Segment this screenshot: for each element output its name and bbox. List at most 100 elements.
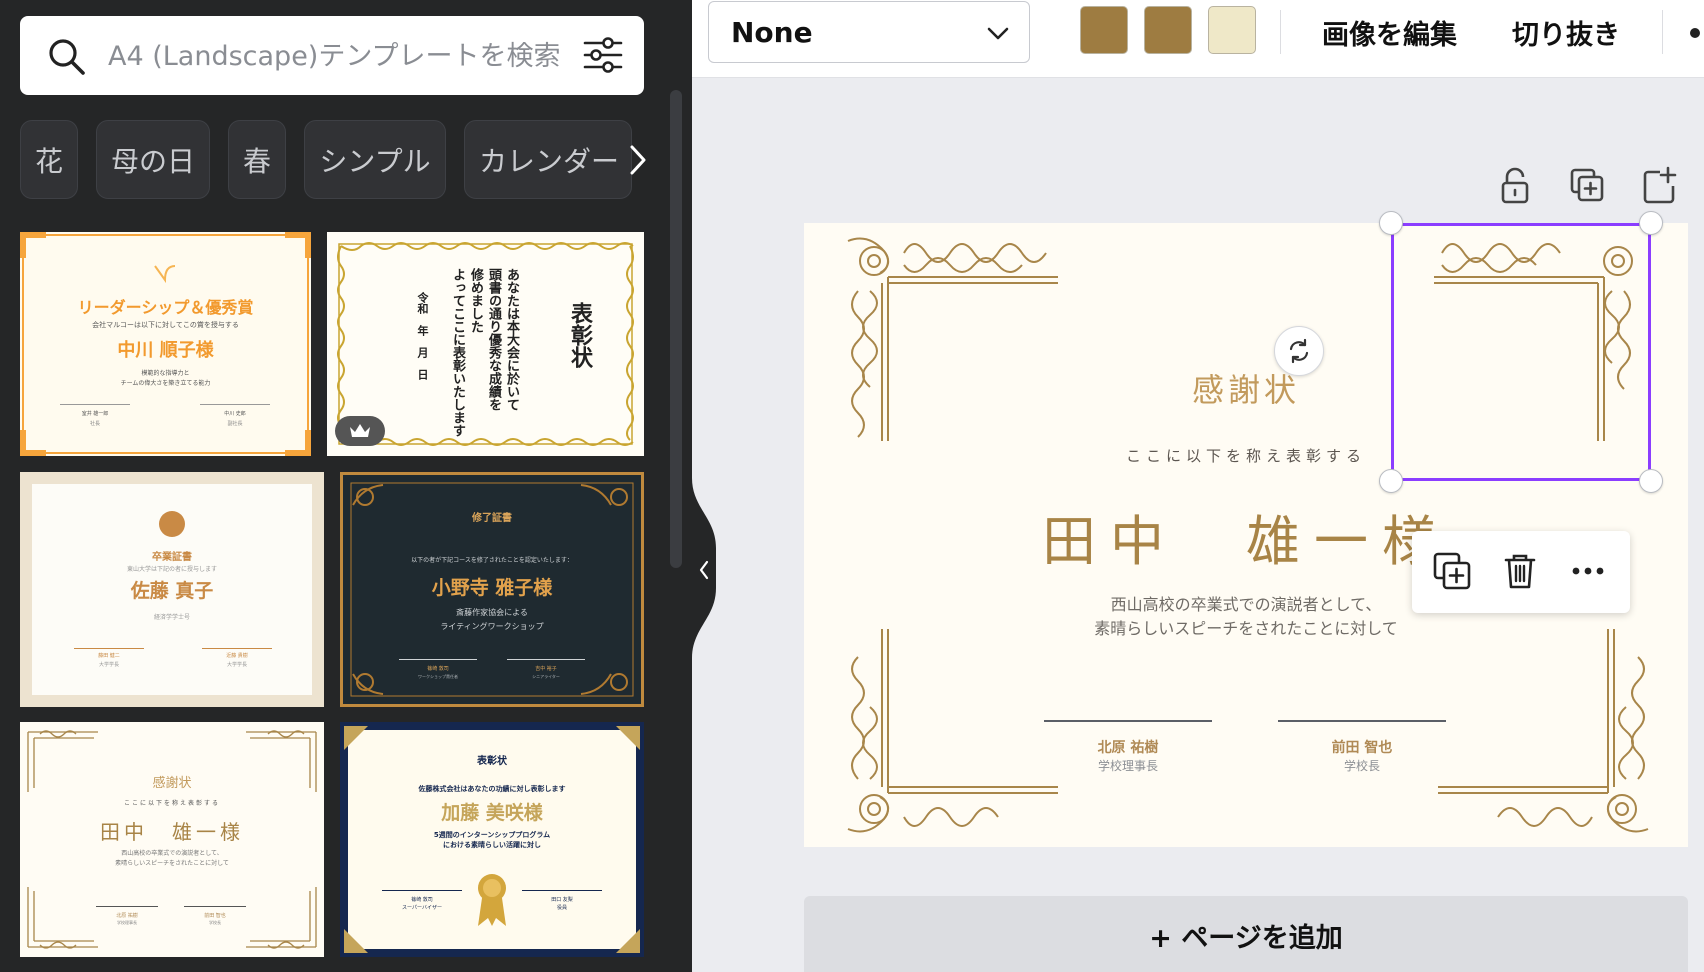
ornament-top-left[interactable] xyxy=(844,231,1062,445)
chip-spring[interactable]: 春 xyxy=(228,120,286,199)
certificate-body-line[interactable]: 素晴らしいスピーチをされたことに対して xyxy=(804,615,1688,639)
color-swatch-1[interactable] xyxy=(1080,6,1128,54)
signature-line[interactable] xyxy=(1044,720,1212,722)
template-col: 修めました xyxy=(468,268,483,333)
template-signer-role: 副社長 xyxy=(227,421,243,427)
template-line: チームの偉大さを築き立てる能力 xyxy=(120,380,211,387)
template-title: 卒業証書 xyxy=(152,552,192,563)
template-line: 5週間のインターンシッププログラム xyxy=(433,831,551,839)
template-name: 田中 雄一様 xyxy=(100,820,244,844)
panel-scrollbar[interactable] xyxy=(670,90,682,568)
template-line: における素晴らしい活躍に対し xyxy=(443,841,541,849)
duplicate-element-button[interactable] xyxy=(1430,549,1474,593)
chevron-down-icon xyxy=(987,27,1009,40)
chip-flower[interactable]: 花 xyxy=(20,120,78,199)
template-line: 会社マルコーは以下に対してこの賞を授与する xyxy=(92,321,239,329)
rotate-handle[interactable] xyxy=(1274,326,1324,376)
template-col: 頭書の通り優秀な成績を xyxy=(486,268,501,411)
template-line: ここに以下を称え表彰する xyxy=(123,800,220,807)
template-line: 斎藤作家協会による xyxy=(456,608,528,617)
ornament-bottom-right[interactable] xyxy=(1434,625,1652,839)
template-signer-role: ワークショップ責任者 xyxy=(418,674,458,679)
chip-calendar[interactable]: カレンダー xyxy=(464,120,632,199)
signer-role[interactable]: 学校長 xyxy=(1278,757,1446,774)
search-box[interactable] xyxy=(20,16,644,95)
template-signer: 近藤 貴樹 xyxy=(226,653,248,659)
template-card-completion-dark[interactable]: 修了証書 以下の者が下記コースを修了されたことを認定いたします： 小野寺 雅子様… xyxy=(340,472,644,707)
template-signer: 中川 史郎 xyxy=(224,411,246,417)
template-line: 東山大学は下記の者に授与します xyxy=(126,566,217,573)
suggestion-chips: 花 母の日 春 シンプル カレンダー xyxy=(20,120,644,200)
template-signer-role: 学校長 xyxy=(209,920,221,925)
chevron-right-icon xyxy=(630,145,646,175)
selection-box[interactable] xyxy=(1391,223,1651,481)
toolbar-divider xyxy=(1662,10,1663,54)
template-name: 佐藤 真子 xyxy=(130,580,214,602)
template-signer-role: 大学学長 xyxy=(98,662,119,668)
template-card-kanshajo[interactable]: 感謝状 ここに以下を称え表彰する 田中 雄一様 西山高校の卒業式での演説者として… xyxy=(20,722,324,957)
template-title: 表彰状 xyxy=(567,302,593,368)
premium-badge xyxy=(335,416,385,446)
template-title: 表彰状 xyxy=(477,756,507,767)
delete-element-button[interactable] xyxy=(1498,549,1542,593)
template-title: 修了証書 xyxy=(472,513,512,524)
template-name: 加藤 美咲様 xyxy=(441,802,543,824)
template-card-hyoshojo-vertical[interactable]: 表彰状 あなたは本大会に於いて 頭書の通り優秀な成績を 修めました よってここに… xyxy=(327,232,644,456)
template-line: 以下の者が下記コースを修了されたことを認定いたします： xyxy=(411,557,573,564)
crop-button[interactable]: 切り抜き xyxy=(1512,10,1620,54)
template-signer: 室井 雄一郎 xyxy=(81,411,109,417)
rotate-icon xyxy=(1289,338,1309,364)
lock-icon[interactable] xyxy=(1496,166,1534,206)
template-line: 佐藤株式会社はあなたの功績に対し表彰します xyxy=(418,785,566,793)
template-col: よってここに表彰いたします xyxy=(450,268,465,437)
font-select-value: None xyxy=(731,15,813,49)
template-line: ライティングワークショップ xyxy=(440,622,544,631)
add-page-icon[interactable] xyxy=(1640,166,1678,206)
template-line: 西山高校の卒業式での演説者として、 xyxy=(121,850,223,857)
chip-mothers-day[interactable]: 母の日 xyxy=(96,120,210,199)
template-signer-role: 学校理事長 xyxy=(117,920,137,925)
signer-name[interactable]: 北原 祐樹 xyxy=(1044,737,1212,757)
template-line: 素晴らしいスピーチをされたことに対して xyxy=(115,860,229,867)
template-signer-role: 大学学長 xyxy=(226,662,247,668)
template-card-graduation[interactable]: 卒業証書 東山大学は下記の者に授与します 佐藤 真子 経済学学士号 藤田 健二 … xyxy=(20,472,324,707)
color-swatch-2[interactable] xyxy=(1144,6,1192,54)
chip-simple[interactable]: シンプル xyxy=(304,120,446,199)
resize-handle-bottom-right[interactable] xyxy=(1639,469,1663,493)
template-card-leadership[interactable]: リーダーシップ＆優秀賞 会社マルコーは以下に対してこの賞を授与する 中川 順子様… xyxy=(20,232,311,456)
signer-role[interactable]: 学校理事長 xyxy=(1044,757,1212,774)
add-page-button[interactable]: + ページを追加 xyxy=(804,896,1688,972)
search-icon xyxy=(49,39,85,75)
signature-line[interactable] xyxy=(1278,720,1446,722)
toolbar-divider xyxy=(1280,10,1281,54)
search-input[interactable] xyxy=(108,36,578,76)
ornament-bottom-left[interactable] xyxy=(844,625,1062,839)
more-element-options-button[interactable] xyxy=(1566,549,1610,593)
resize-handle-top-right[interactable] xyxy=(1639,211,1663,235)
template-signer: 藤田 健二 xyxy=(98,653,120,659)
filter-icon[interactable] xyxy=(582,34,624,76)
element-context-menu xyxy=(1412,531,1630,613)
template-signer-role: 役員 xyxy=(556,905,567,911)
template-title: 感謝状 xyxy=(152,776,192,791)
resize-handle-top-left[interactable] xyxy=(1379,211,1403,235)
editor-toolbar: None 画像を編集 切り抜き xyxy=(692,0,1704,78)
more-options-icon[interactable] xyxy=(1690,28,1700,38)
template-signer-role: 社長 xyxy=(89,421,100,427)
edit-image-button[interactable]: 画像を編集 xyxy=(1322,10,1457,54)
template-name: 小野寺 雅子様 xyxy=(431,577,553,599)
signer-name[interactable]: 前田 智也 xyxy=(1278,737,1446,757)
template-signer: 吉中 裕子 xyxy=(535,666,557,672)
color-swatch-3[interactable] xyxy=(1208,6,1256,54)
template-col: あなたは本大会に於いて xyxy=(504,268,519,411)
collapse-panel-button[interactable] xyxy=(692,478,716,658)
templates-panel: 花 母の日 春 シンプル カレンダー リーダーシップ＆優秀賞 会社マルコーは以下… xyxy=(0,0,692,972)
font-select[interactable]: None xyxy=(708,1,1030,63)
chips-next-button[interactable] xyxy=(620,138,656,182)
template-card-internship-award[interactable]: 表彰状 佐藤株式会社はあなたの功績に対し表彰します 加藤 美咲様 5週間のインタ… xyxy=(340,722,644,957)
template-name: 中川 順子様 xyxy=(117,340,214,361)
crown-icon xyxy=(350,424,370,437)
template-signer: 田口 友梨 xyxy=(551,897,573,903)
resize-handle-bottom-left[interactable] xyxy=(1379,469,1403,493)
duplicate-page-icon[interactable] xyxy=(1568,166,1606,206)
